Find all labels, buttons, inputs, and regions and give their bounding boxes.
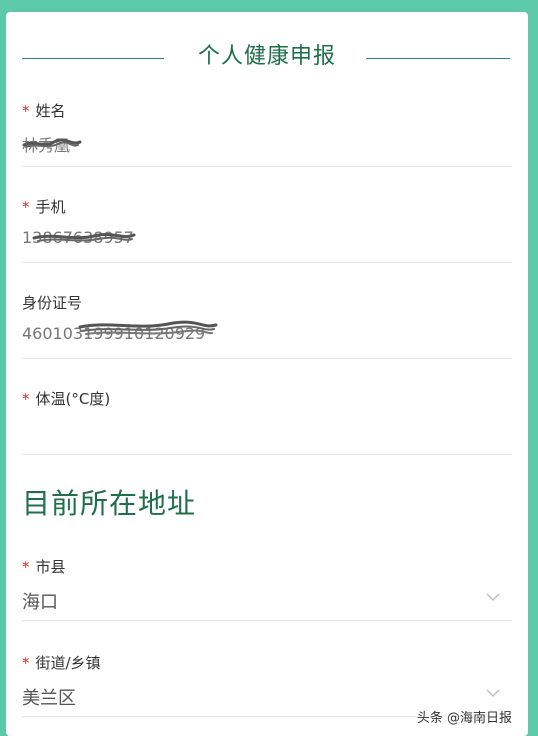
required-mark: * bbox=[22, 654, 30, 672]
street-label: * 街道/乡镇 bbox=[22, 652, 101, 673]
watermark: 头条 @海南日报 bbox=[414, 707, 514, 726]
chevron-down-icon[interactable] bbox=[486, 592, 500, 602]
id-number-label-text: 身份证号 bbox=[22, 294, 83, 312]
phone-label: * 手机 bbox=[22, 196, 66, 217]
name-field[interactable]: * 姓名 林秀凰 bbox=[22, 100, 512, 167]
city-label: * 市县 bbox=[22, 556, 66, 577]
name-value[interactable]: 林秀凰 bbox=[22, 132, 70, 156]
header-divider-right bbox=[366, 58, 510, 59]
address-section-title: 目前所在地址 bbox=[22, 487, 197, 520]
id-number-value[interactable]: 460103199910120929 bbox=[22, 324, 205, 343]
phone-label-text: 手机 bbox=[35, 198, 66, 216]
city-value[interactable]: 海口 bbox=[22, 588, 58, 614]
city-label-text: 市县 bbox=[35, 558, 66, 576]
id-number-field[interactable]: 身份证号 460103199910120929 bbox=[22, 292, 512, 359]
required-mark: * bbox=[22, 558, 30, 576]
city-select[interactable]: * 市县 海口 bbox=[22, 556, 512, 621]
chevron-down-icon[interactable] bbox=[486, 688, 500, 698]
required-mark: * bbox=[22, 198, 30, 216]
street-label-text: 街道/乡镇 bbox=[35, 654, 101, 672]
required-mark: * bbox=[22, 102, 30, 120]
phone-value[interactable]: 13867638957 bbox=[22, 228, 134, 247]
name-label-text: 姓名 bbox=[35, 102, 66, 120]
phone-field[interactable]: * 手机 13867638957 bbox=[22, 196, 512, 263]
form-card: 个人健康申报 * 姓名 林秀凰 * 手机 13867638957 身份证号 4601… bbox=[6, 12, 528, 736]
street-value[interactable]: 美兰区 bbox=[22, 684, 76, 710]
required-mark: * bbox=[22, 390, 30, 408]
temperature-field[interactable]: * 体温(°C度) bbox=[22, 388, 512, 455]
form-title: 个人健康申报 bbox=[197, 44, 336, 69]
temperature-label-text: 体温(°C度) bbox=[35, 390, 111, 408]
temperature-label: * 体温(°C度) bbox=[22, 388, 110, 409]
form-header: 个人健康申报 bbox=[6, 36, 528, 70]
id-number-label: 身份证号 bbox=[22, 292, 82, 313]
name-label: * 姓名 bbox=[22, 100, 66, 121]
